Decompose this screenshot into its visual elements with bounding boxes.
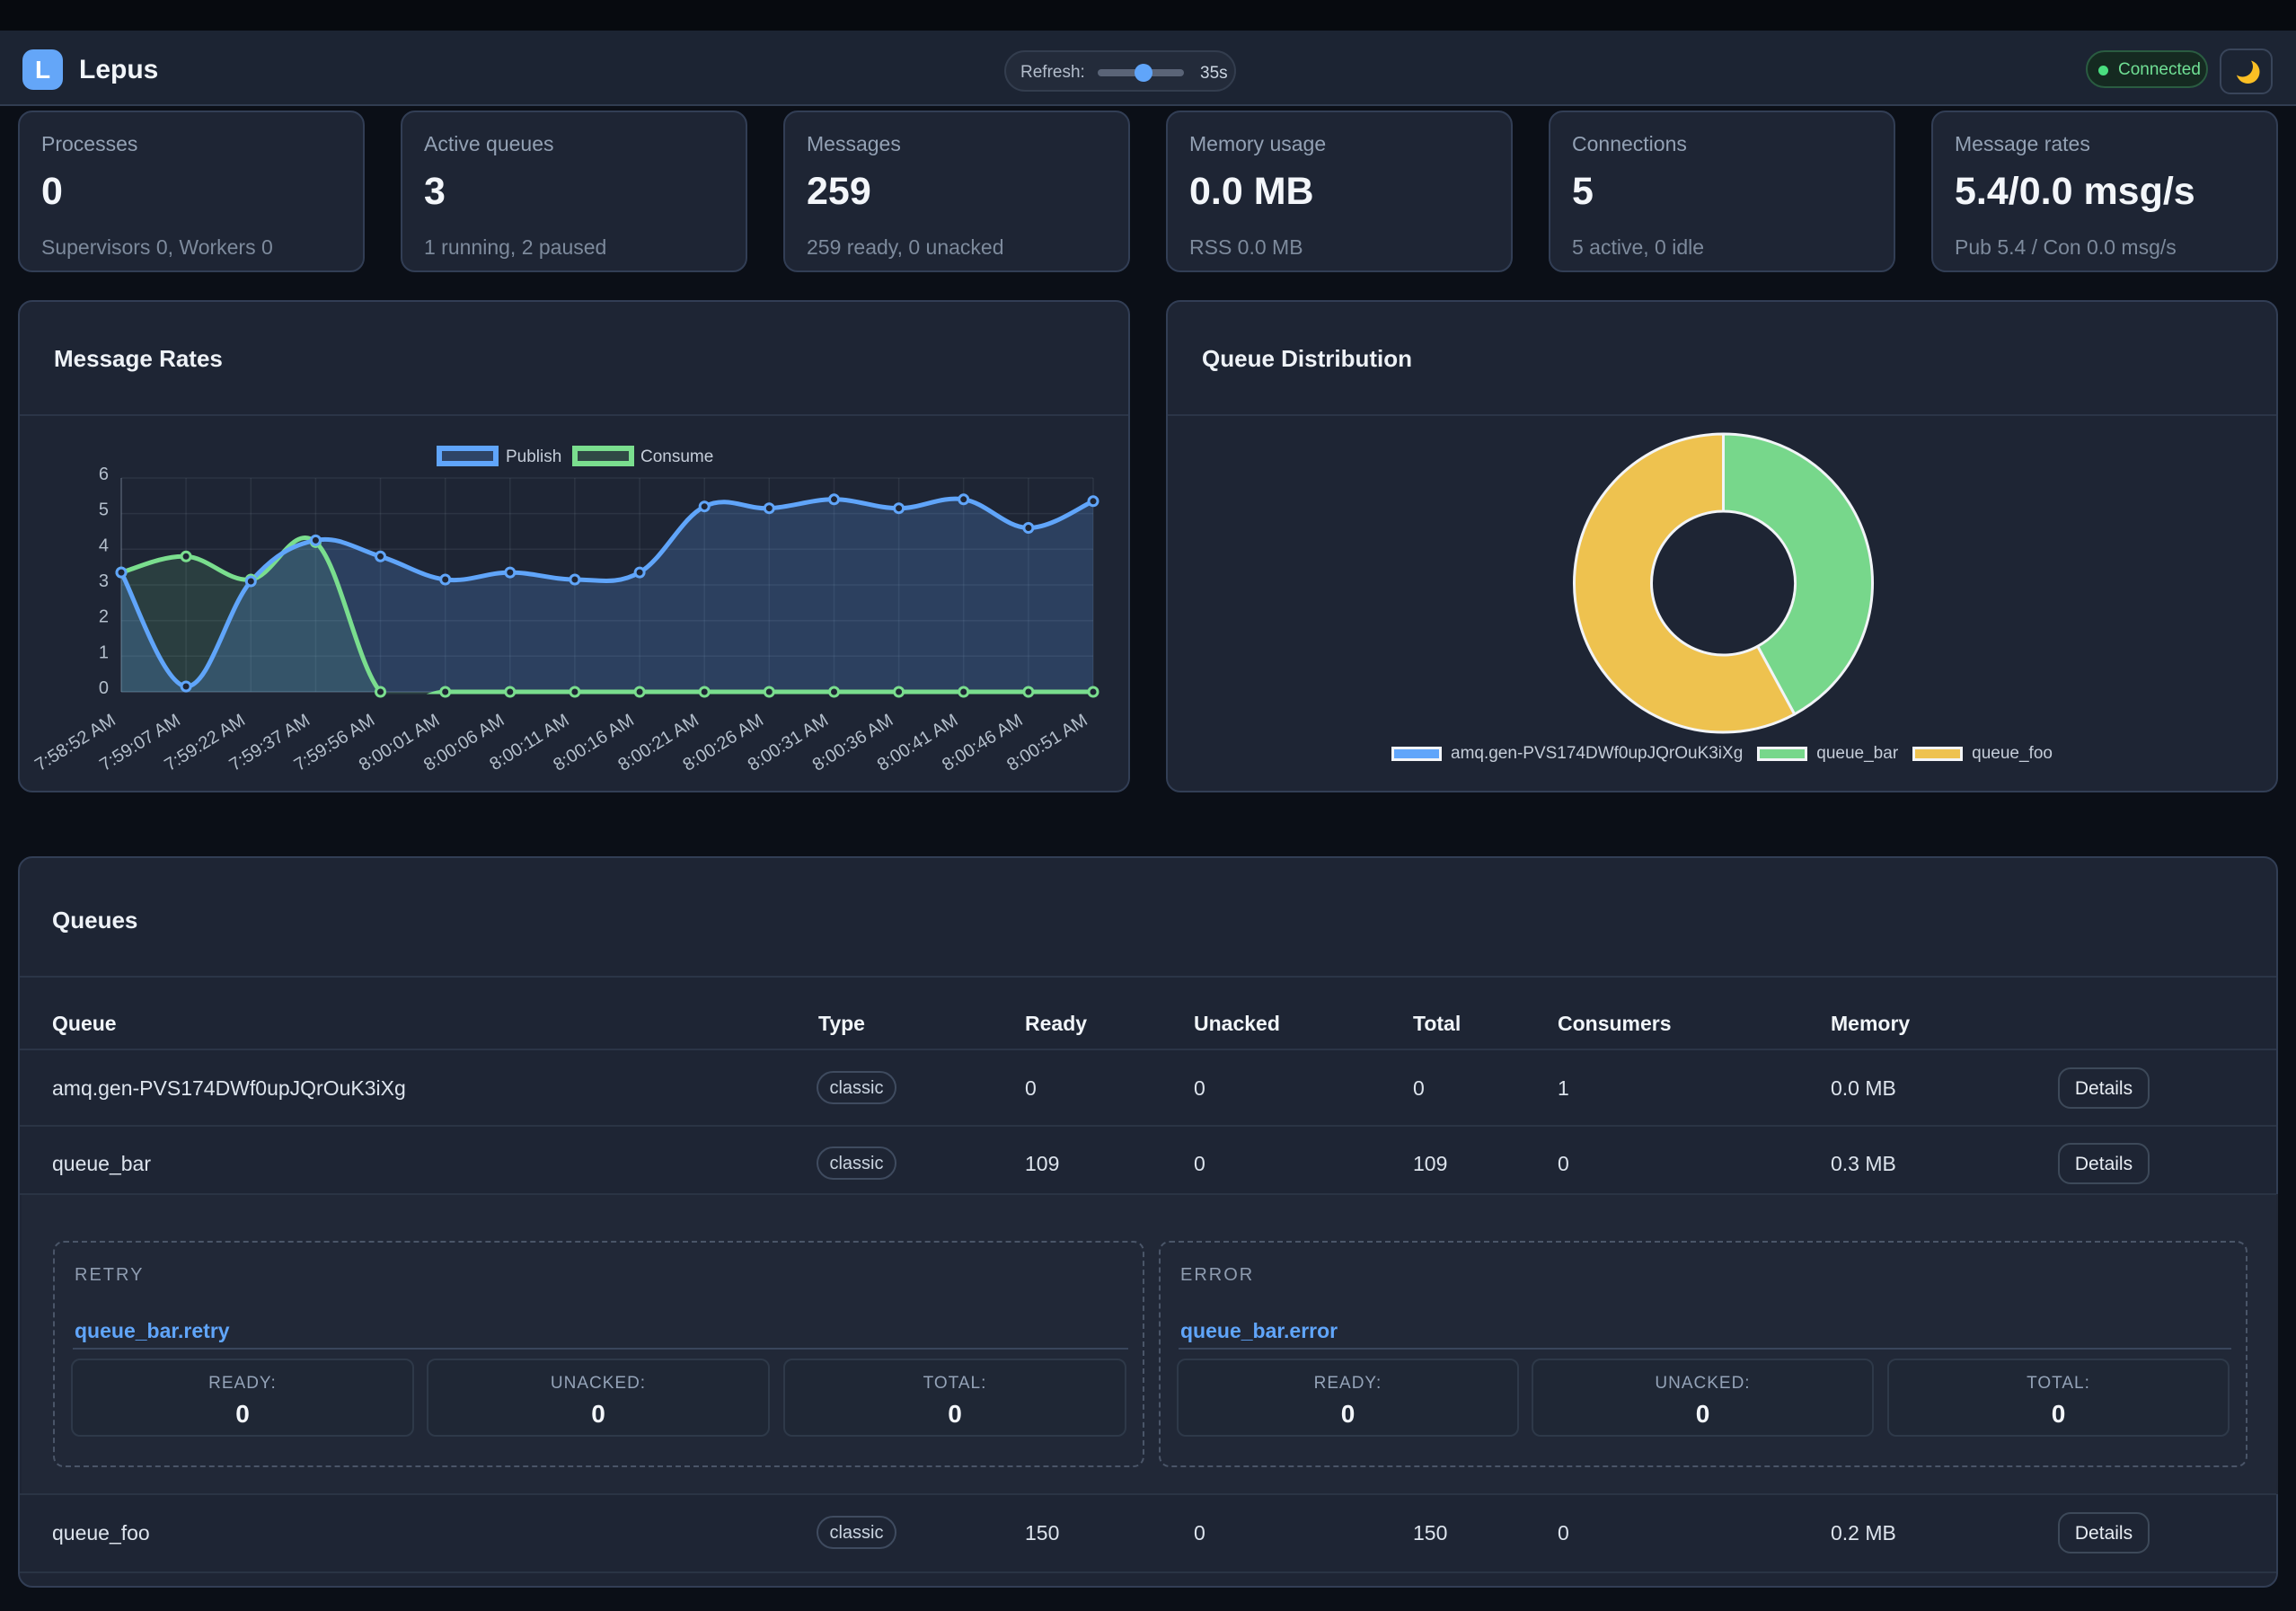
svg-text:6: 6 [99,465,109,484]
svg-text:5: 5 [99,500,109,520]
svg-text:0: 0 [99,678,109,698]
svg-text:Consume: Consume [640,447,713,466]
svg-text:3: 3 [99,571,109,591]
svg-text:1: 1 [99,642,109,662]
svg-text:4: 4 [99,536,109,555]
svg-text:2: 2 [99,607,109,627]
svg-text:Publish: Publish [506,447,561,466]
